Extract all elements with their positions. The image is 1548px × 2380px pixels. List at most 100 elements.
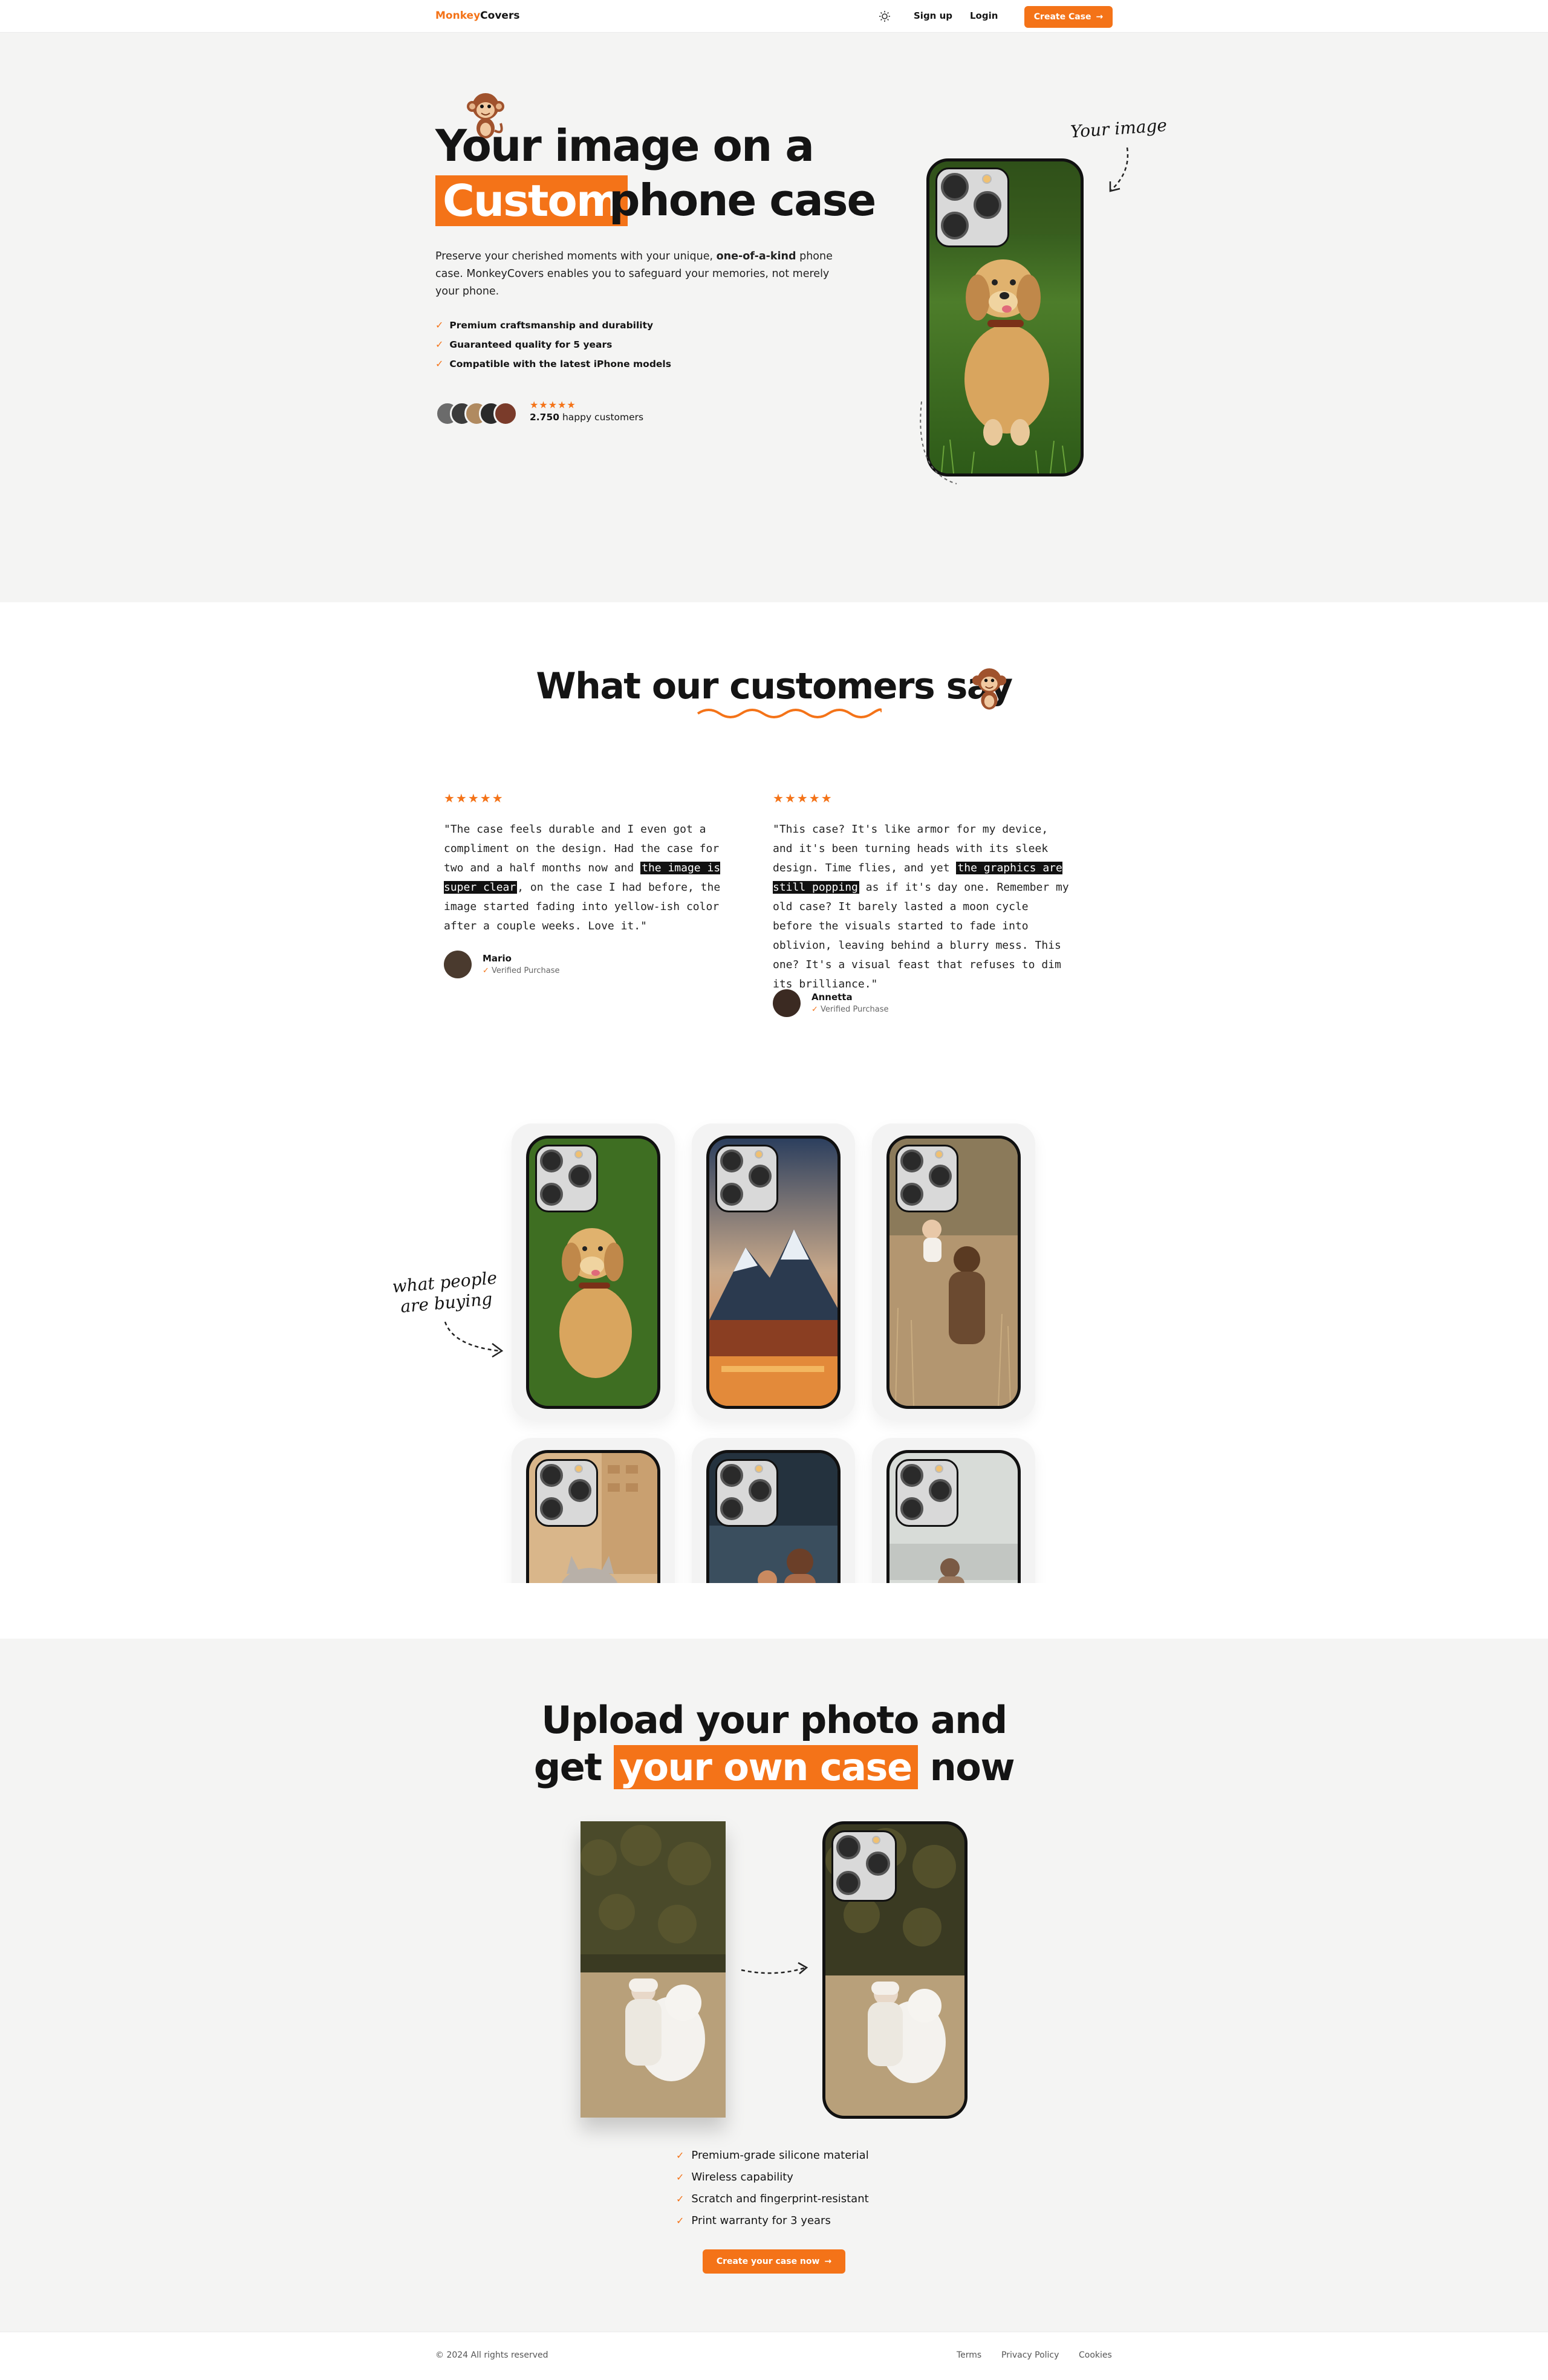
reviewer-name: Mario: [483, 953, 512, 964]
gallery-tile[interactable]: [872, 1438, 1035, 1583]
uploaded-photo: [580, 1821, 726, 2118]
logo[interactable]: MonkeyCovers: [435, 10, 519, 22]
upload-feature: ✓ Print warranty for 3 years: [676, 2214, 831, 2227]
hero-feature-label: Guaranteed quality for 5 years: [449, 339, 613, 350]
top-navbar: MonkeyCovers Sign up Login Create Case →: [0, 0, 1548, 33]
gallery-tile[interactable]: [872, 1123, 1035, 1420]
camera-module: [896, 1145, 958, 1212]
verified-purchase: ✓ Verified Purchase: [811, 1005, 888, 1014]
upload-feature-label: Scratch and fingerprint-resistant: [691, 2193, 869, 2205]
monkey-icon: [970, 664, 1009, 715]
check-icon: ✓: [435, 319, 444, 331]
check-icon: ✓: [676, 2171, 685, 2183]
create-case-label: Create Case: [1033, 12, 1091, 22]
camera-module: [935, 167, 1009, 247]
gallery-tile[interactable]: [512, 1123, 675, 1420]
verified-purchase: ✓ Verified Purchase: [483, 966, 559, 975]
avatar: [444, 951, 472, 978]
hero-feature-label: Premium craftsmanship and durability: [449, 319, 654, 331]
camera-module: [535, 1145, 598, 1212]
check-icon: ✓: [676, 2215, 685, 2226]
dashed-arrow-icon: [741, 1962, 808, 1974]
phone-case-dog: [526, 1136, 660, 1409]
case-gallery: [496, 1117, 1052, 1583]
upload-title-line2: get your own case now: [0, 1745, 1548, 1789]
check-icon: ✓: [435, 358, 444, 369]
wavy-underline: [697, 708, 882, 718]
testimonials-title-accent-text: customers: [729, 665, 935, 707]
cta-label: Create your case now: [716, 2257, 820, 2266]
upload-title-post: now: [917, 1745, 1015, 1789]
check-icon: ✓: [483, 966, 492, 975]
camera-module: [831, 1830, 897, 1902]
what-people-buying-annotation: what people are buying: [391, 1268, 499, 1318]
copyright: © 2024 All rights reserved: [435, 2350, 548, 2360]
camera-module: [535, 1459, 598, 1527]
phone-case-beach: [706, 1450, 841, 1583]
hero-description: Preserve your cherished moments with you…: [435, 248, 834, 301]
sun-icon[interactable]: [878, 10, 891, 23]
arrow-right-icon: →: [1096, 12, 1104, 22]
upload-feature: ✓ Wireless capability: [676, 2171, 793, 2183]
check-icon: ✓: [676, 2193, 685, 2205]
customer-avatars: [435, 402, 520, 426]
upload-feature: ✓ Scratch and fingerprint-resistant: [676, 2193, 869, 2205]
dashed-curve-icon: [920, 401, 957, 484]
create-case-button[interactable]: Create Case →: [1024, 6, 1113, 28]
arrow-right-icon: →: [824, 2257, 832, 2266]
review-text: "The case feels durable and I even got a…: [444, 820, 728, 936]
phone-case-couple: [886, 1450, 1021, 1583]
gallery-tile[interactable]: [512, 1438, 675, 1583]
happy-customers: 2.750 happy customers: [530, 412, 643, 423]
phone-case-cat: [526, 1450, 660, 1583]
review-text-post: as if it's day one. Remember my old case…: [773, 881, 1069, 990]
gallery-tile[interactable]: [692, 1438, 855, 1583]
testimonials-title-accent: customers: [729, 665, 935, 707]
hero-desc-bold: one-of-a-kind: [716, 250, 796, 262]
footer-link-privacy[interactable]: Privacy Policy: [1001, 2350, 1059, 2360]
login-link[interactable]: Login: [961, 8, 1006, 24]
customers-label: happy customers: [559, 412, 644, 423]
hero-title-line1: Your image on a: [435, 120, 815, 171]
phone-case-family: [886, 1136, 1021, 1409]
signup-link[interactable]: Sign up: [905, 8, 961, 24]
camera-module: [896, 1459, 958, 1527]
hero-feature: ✓ Compatible with the latest iPhone model…: [435, 358, 671, 369]
upload-feature-label: Premium-grade silicone material: [691, 2149, 869, 2162]
upload-title-line1: Upload your photo and: [541, 1698, 1007, 1742]
review-text: "This case? It's like armor for my devic…: [773, 820, 1069, 994]
footer-link-cookies[interactable]: Cookies: [1079, 2350, 1112, 2360]
hero-feature: ✓ Guaranteed quality for 5 years: [435, 339, 612, 350]
curved-arrow-icon: [444, 1321, 504, 1358]
rating-stars: ★★★★★: [530, 399, 576, 411]
verified-label: Verified Purchase: [821, 1005, 889, 1014]
create-your-case-button[interactable]: Create your case now →: [703, 2249, 845, 2274]
hero-feature-label: Compatible with the latest iPhone models: [449, 358, 671, 369]
customers-count: 2.750: [530, 412, 560, 423]
hero-title-custom: Custom: [435, 175, 628, 226]
upload-title-accent: your own case: [613, 1745, 918, 1789]
curved-arrow-icon: [1109, 147, 1129, 192]
gallery-tile[interactable]: [692, 1123, 855, 1420]
camera-module: [715, 1145, 778, 1212]
upload-feature: ✓ Premium-grade silicone material: [676, 2149, 869, 2162]
footer: [0, 2332, 1548, 2380]
footer-link-terms[interactable]: Terms: [957, 2350, 981, 2360]
phone-case-mountain: [706, 1136, 841, 1409]
testimonials-title: What our customers say: [0, 665, 1548, 707]
camera-module: [715, 1459, 778, 1527]
upload-title-pre: get: [533, 1745, 614, 1789]
hero-desc-pre: Preserve your cherished moments with you…: [435, 250, 717, 262]
reviewer-name: Annetta: [811, 992, 853, 1003]
upload-feature-label: Wireless capability: [691, 2171, 793, 2183]
upload-section: [0, 1639, 1548, 2332]
check-icon: ✓: [676, 2150, 685, 2161]
check-icon: ✓: [811, 1005, 821, 1014]
upload-feature-label: Print warranty for 3 years: [691, 2214, 831, 2227]
review-stars: ★★★★★: [773, 791, 833, 805]
logo-accent: Monkey: [435, 10, 481, 22]
testimonials-title-pre: What our: [536, 665, 730, 707]
hero-title-line2: phone case: [609, 175, 876, 226]
avatar: [493, 402, 518, 426]
avatar: [773, 989, 801, 1017]
